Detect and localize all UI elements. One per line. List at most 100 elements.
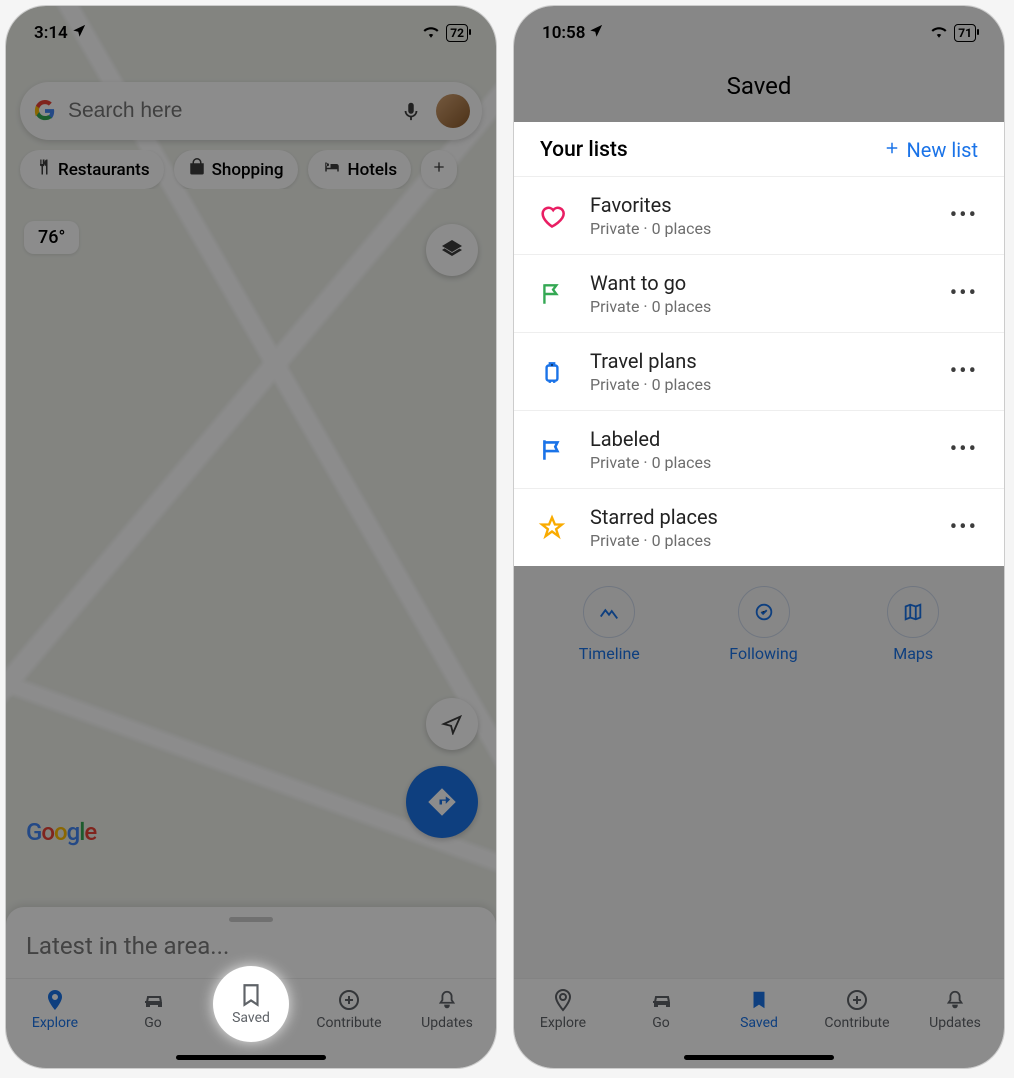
search-input[interactable] (68, 99, 394, 123)
nav-label: Explore (32, 1015, 78, 1031)
list-item-want-to-go[interactable]: Want to go Private · 0 places ••• (514, 254, 1004, 332)
phone-left: 3:14 72 (6, 6, 496, 1068)
star-icon (536, 512, 568, 544)
recenter-button[interactable] (426, 698, 478, 750)
location-arrow-icon (589, 23, 604, 43)
car-icon (140, 987, 166, 1013)
location-arrow-icon (441, 713, 463, 735)
pin-icon (42, 987, 68, 1013)
bookmark-icon (746, 987, 772, 1013)
pin-icon (550, 987, 576, 1013)
nav-updates[interactable]: Updates (407, 987, 487, 1031)
list-item-starred[interactable]: Starred places Private · 0 places ••• (514, 488, 1004, 566)
more-menu-icon[interactable]: ••• (946, 199, 982, 232)
bell-icon (434, 987, 460, 1013)
bookmark-icon (238, 982, 264, 1008)
nav-label: Go (144, 1015, 162, 1031)
directions-fab[interactable] (406, 766, 478, 838)
page-title: Saved (514, 54, 1004, 122)
more-menu-icon[interactable]: ••• (946, 355, 982, 388)
tab-label: Timeline (579, 644, 640, 663)
plus-circle-icon (336, 987, 362, 1013)
microphone-icon[interactable] (394, 94, 428, 128)
label-flag-icon (536, 434, 568, 466)
plus-circle-icon (844, 987, 870, 1013)
nav-explore[interactable]: Explore (523, 987, 603, 1031)
your-lists-label: Your lists (540, 138, 628, 162)
nav-saved[interactable]: Saved (719, 987, 799, 1031)
timeline-icon (598, 601, 620, 623)
list-name: Want to go (590, 271, 924, 295)
nav-updates[interactable]: Updates (915, 987, 995, 1031)
temperature-chip[interactable]: 76° (24, 221, 79, 254)
nav-contribute[interactable]: Contribute (309, 987, 389, 1031)
sheet-handle[interactable] (229, 917, 273, 922)
flag-icon (536, 278, 568, 310)
list-item-favorites[interactable]: Favorites Private · 0 places ••• (514, 176, 1004, 254)
nav-go[interactable]: Go (113, 987, 193, 1031)
list-subtitle: Private · 0 places (590, 531, 924, 550)
nav-contribute[interactable]: Contribute (817, 987, 897, 1031)
location-arrow-icon (72, 23, 87, 43)
list-name: Travel plans (590, 349, 924, 373)
plus-icon (431, 159, 447, 180)
list-subtitle: Private · 0 places (590, 219, 924, 238)
following-icon (753, 601, 775, 623)
nav-label: Saved (740, 1015, 778, 1031)
chip-label: Restaurants (58, 160, 150, 180)
list-subtitle: Private · 0 places (590, 297, 924, 316)
saved-subtabs: Timeline Following Maps (514, 566, 1004, 677)
search-bar[interactable] (20, 82, 482, 140)
more-menu-icon[interactable]: ••• (946, 511, 982, 544)
list-subtitle: Private · 0 places (590, 453, 924, 472)
suitcase-icon (536, 356, 568, 388)
home-indicator[interactable] (684, 1055, 834, 1060)
nav-label: Explore (540, 1015, 586, 1031)
phone-right: 10:58 71 Saved Your lists New list (514, 6, 1004, 1068)
status-time: 3:14 (34, 23, 68, 43)
nav-go[interactable]: Go (621, 987, 701, 1031)
new-list-label: New list (907, 138, 978, 162)
chip-more[interactable] (421, 150, 457, 189)
saved-tab-highlight[interactable]: Saved (213, 966, 289, 1042)
nav-label: Contribute (316, 1015, 381, 1031)
list-subtitle: Private · 0 places (590, 375, 924, 394)
google-logo: Google (26, 818, 96, 846)
your-lists-panel: Your lists New list Favorites Private · … (514, 122, 1004, 566)
sheet-title: Latest in the area... (26, 932, 476, 960)
category-chips: Restaurants Shopping Hotels (6, 150, 496, 189)
list-name: Favorites (590, 193, 924, 217)
chip-restaurants[interactable]: Restaurants (20, 150, 164, 189)
tab-timeline[interactable]: Timeline (579, 586, 640, 663)
directions-icon (427, 787, 457, 817)
chip-shopping[interactable]: Shopping (174, 150, 298, 189)
layers-button[interactable] (426, 224, 478, 276)
shopping-bag-icon (188, 158, 206, 181)
list-item-travel-plans[interactable]: Travel plans Private · 0 places ••• (514, 332, 1004, 410)
fork-knife-icon (34, 158, 52, 181)
more-menu-icon[interactable]: ••• (946, 277, 982, 310)
status-bar: 10:58 71 (514, 6, 1004, 54)
battery-indicator: 72 (446, 24, 468, 42)
nav-label: Contribute (824, 1015, 889, 1031)
nav-label: Updates (421, 1015, 473, 1031)
bell-icon (942, 987, 968, 1013)
car-icon (648, 987, 674, 1013)
list-item-labeled[interactable]: Labeled Private · 0 places ••• (514, 410, 1004, 488)
home-indicator[interactable] (176, 1055, 326, 1060)
tab-following[interactable]: Following (729, 586, 797, 663)
more-menu-icon[interactable]: ••• (946, 433, 982, 466)
bed-icon (322, 158, 342, 181)
new-list-button[interactable]: New list (883, 138, 978, 162)
tab-label: Maps (893, 644, 933, 663)
nav-label: Saved (232, 1010, 270, 1026)
list-name: Starred places (590, 505, 924, 529)
chip-label: Shopping (212, 160, 284, 180)
chip-hotels[interactable]: Hotels (308, 150, 412, 189)
nav-explore[interactable]: Explore (15, 987, 95, 1031)
tab-maps[interactable]: Maps (887, 586, 939, 663)
profile-avatar[interactable] (436, 94, 470, 128)
plus-icon (883, 138, 901, 162)
tab-label: Following (729, 644, 797, 663)
wifi-icon (930, 23, 948, 43)
